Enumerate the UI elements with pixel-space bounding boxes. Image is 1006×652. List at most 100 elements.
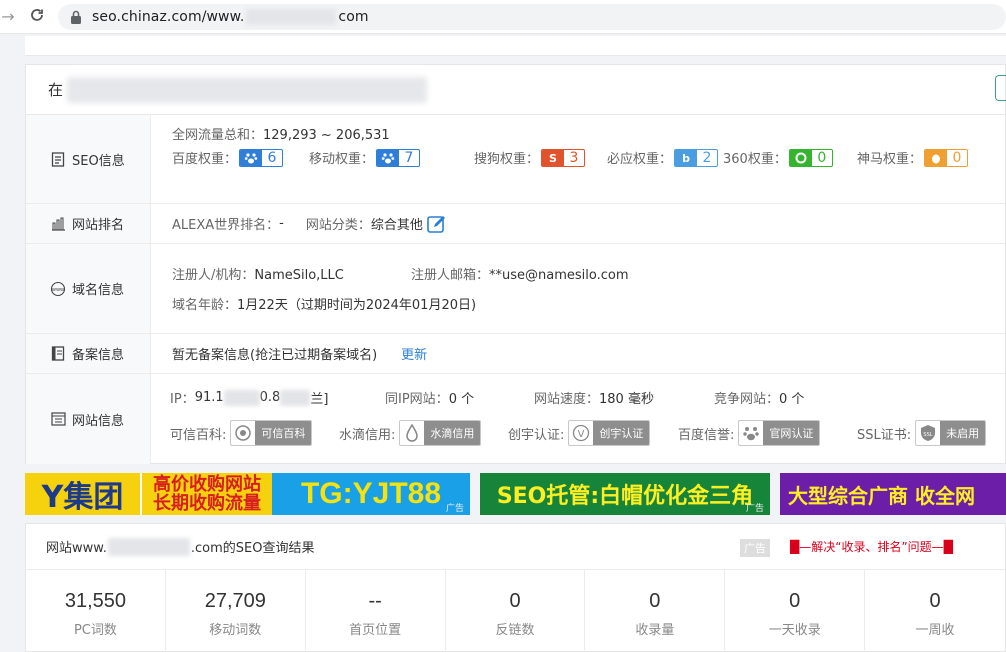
stat-label: 一周收 (915, 623, 955, 638)
same-ip-sites: 同IP网站：0 个 (385, 392, 475, 407)
verification-badge-text: 未启用 (940, 421, 986, 445)
row-body-icp: 暂无备案信息(抢注已过期备案域名) 更新 (151, 334, 1005, 373)
ad1-left: Y集团 (25, 473, 140, 515)
weight-item: 百度权重： 6 (172, 148, 284, 167)
reload-icon[interactable] (29, 7, 45, 27)
stat-item[interactable]: 0 一周收 (865, 570, 1005, 652)
weight-badge[interactable]: 6 (239, 148, 284, 167)
row-label-icp: 备案信息 (26, 334, 151, 373)
svg-text:b: b (682, 152, 690, 165)
verification-badge[interactable]: SSL 未启用 (915, 420, 987, 446)
row-label-domain: www 域名信息 (26, 244, 151, 333)
verification-badge-text: 水滴信用 (424, 421, 481, 445)
verification-item: 可信百科: 可信百科 (170, 420, 313, 446)
verification-badge[interactable]: V 创宇认证 (568, 420, 651, 446)
top-strip (25, 36, 1006, 56)
weight-item: 神马权重： 0 (857, 148, 969, 167)
weight-item: 360权重： 0 (723, 148, 833, 167)
weight-badge[interactable]: 0 (924, 148, 969, 167)
baidu-paw-icon (739, 421, 763, 445)
weight-label: 百度权重： (172, 152, 238, 167)
baidu-paw-icon (377, 149, 400, 166)
verification-badge[interactable]: 可信百科 (230, 420, 313, 446)
registrant: 注册人/机构：NameSilo,LLC (172, 268, 344, 283)
stat-label: 收录量 (635, 623, 675, 638)
verification-badge-text: 创宇认证 (593, 421, 650, 445)
document-icon (50, 151, 66, 167)
row-body-seo: 全网流量总和：129,293 ~ 206,531 百度权重： 6 移动权重： 7 搜狗权… (151, 115, 1005, 203)
weight-label: 神马权重： (857, 152, 923, 167)
weight-badge[interactable]: 7 (376, 148, 421, 167)
weight-value: 6 (267, 149, 277, 166)
stat-label: 一天收录 (768, 623, 821, 638)
address-bar[interactable]: seo.chinaz.com/www. com (58, 4, 1006, 30)
verification-badge[interactable]: 官网认证 (738, 420, 821, 446)
verification-badge[interactable]: 水滴信用 (399, 420, 482, 446)
shield-v-icon: V (569, 421, 593, 445)
edit-icon[interactable] (427, 214, 447, 234)
stat-value: 31,550 (64, 590, 127, 612)
ip-redacted-1 (223, 389, 260, 406)
row-body-domain: 注册人/机构：NameSilo,LLC 注册人邮箱：**use@namesilo… (151, 244, 1005, 333)
registrant-email: 注册人邮箱：**use@namesilo.com (411, 268, 629, 283)
verification-badge-text: 官网认证 (763, 421, 820, 445)
result-ad-link[interactable]: █—解决“收录、排名”问题—█ (790, 538, 953, 555)
ad2-tag: 广告 (745, 504, 764, 514)
verification-badge-text: 可信百科 (255, 421, 312, 445)
row-body-rank: ALEXA世界排名： - 网站分类： 综合其他 (151, 204, 1005, 243)
stat-item[interactable]: 0 收录量 (585, 570, 726, 652)
stat-value: 0 (649, 590, 661, 612)
www-globe-icon: www (50, 281, 66, 297)
weight-value: 7 (404, 149, 414, 166)
stat-item[interactable]: 31,550 PC词数 (26, 570, 166, 652)
ad-banner-2[interactable]: SEO托管:白帽优化金三角 广告 (480, 473, 770, 515)
stat-item[interactable]: -- 首页位置 (306, 570, 446, 652)
stat-item[interactable]: 27,709 移动词数 (166, 570, 306, 652)
result-header: 网站www. .com的SEO查询结果 广告 █—解决“收录、排名”问题—█ (26, 524, 1005, 570)
bing-icon: b (675, 149, 698, 166)
weight-label: 360权重： (723, 152, 787, 167)
svg-text:www: www (52, 287, 64, 293)
stat-item[interactable]: 0 反链数 (446, 570, 586, 652)
ad-banner-3[interactable]: 大型综合广商 收全网 (780, 473, 1006, 515)
ip-redacted-2 (280, 389, 311, 406)
stat-item[interactable]: 0 一天收录 (725, 570, 866, 652)
traffic-total: 全网流量总和：129,293 ~ 206,531 (172, 128, 390, 143)
svg-text:V: V (578, 429, 585, 440)
weight-value: 0 (817, 149, 827, 166)
svg-text:SSL: SSL (924, 432, 933, 438)
shenma-icon (925, 149, 948, 166)
row-label-site: 网站信息 (26, 374, 151, 464)
verification-item: 百度信誉: 官网认证 (678, 420, 821, 446)
verification-item: 水滴信用: 水滴信用 (339, 420, 482, 446)
ad-banner-1[interactable]: Y集团 高价收购网站 长期收购流量 TG:YJT88 广告 (25, 473, 470, 515)
verification-label: 可信百科: (170, 427, 227, 443)
header-button[interactable] (995, 75, 1006, 101)
back-arrow-icon[interactable]: → (0, 7, 16, 26)
verification-item: SSL证书: SSL 未启用 (857, 420, 987, 446)
verification-label: 水滴信用: (339, 427, 396, 443)
verification-label: SSL证书: (857, 427, 912, 443)
domain-age: 域名年龄：1月22天（过期时间为2024年01月20日) (172, 298, 477, 313)
weight-label: 搜狗权重： (474, 152, 540, 167)
verification-label: 创宇认证: (508, 427, 565, 443)
competing-sites: 竞争网站：0 个 (714, 392, 805, 407)
icp-update-link[interactable]: 更新 (401, 344, 427, 363)
stat-label: 反链数 (495, 623, 535, 638)
header-redacted (67, 76, 428, 103)
lock-icon (68, 9, 84, 25)
weight-badge[interactable]: S3 (541, 148, 586, 167)
url-redacted (246, 9, 337, 25)
baidu-paw-icon (240, 149, 263, 166)
stat-value: -- (368, 590, 382, 612)
row-label-rank: 网站排名 (26, 204, 151, 243)
browser-toolbar: → seo.chinaz.com/www. com (0, 0, 1006, 34)
weight-badge[interactable]: 0 (788, 148, 833, 167)
record-book-icon (50, 346, 66, 362)
bar-chart-icon (50, 216, 66, 232)
row-site-rank: 网站排名 ALEXA世界排名： - 网站分类： 综合其他 (26, 204, 1005, 244)
ip-address: IP： 91.1 0.8 兰] (170, 389, 329, 407)
site-info-icon (50, 411, 66, 427)
weight-badge[interactable]: b2 (674, 148, 719, 167)
360-icon (789, 149, 812, 166)
